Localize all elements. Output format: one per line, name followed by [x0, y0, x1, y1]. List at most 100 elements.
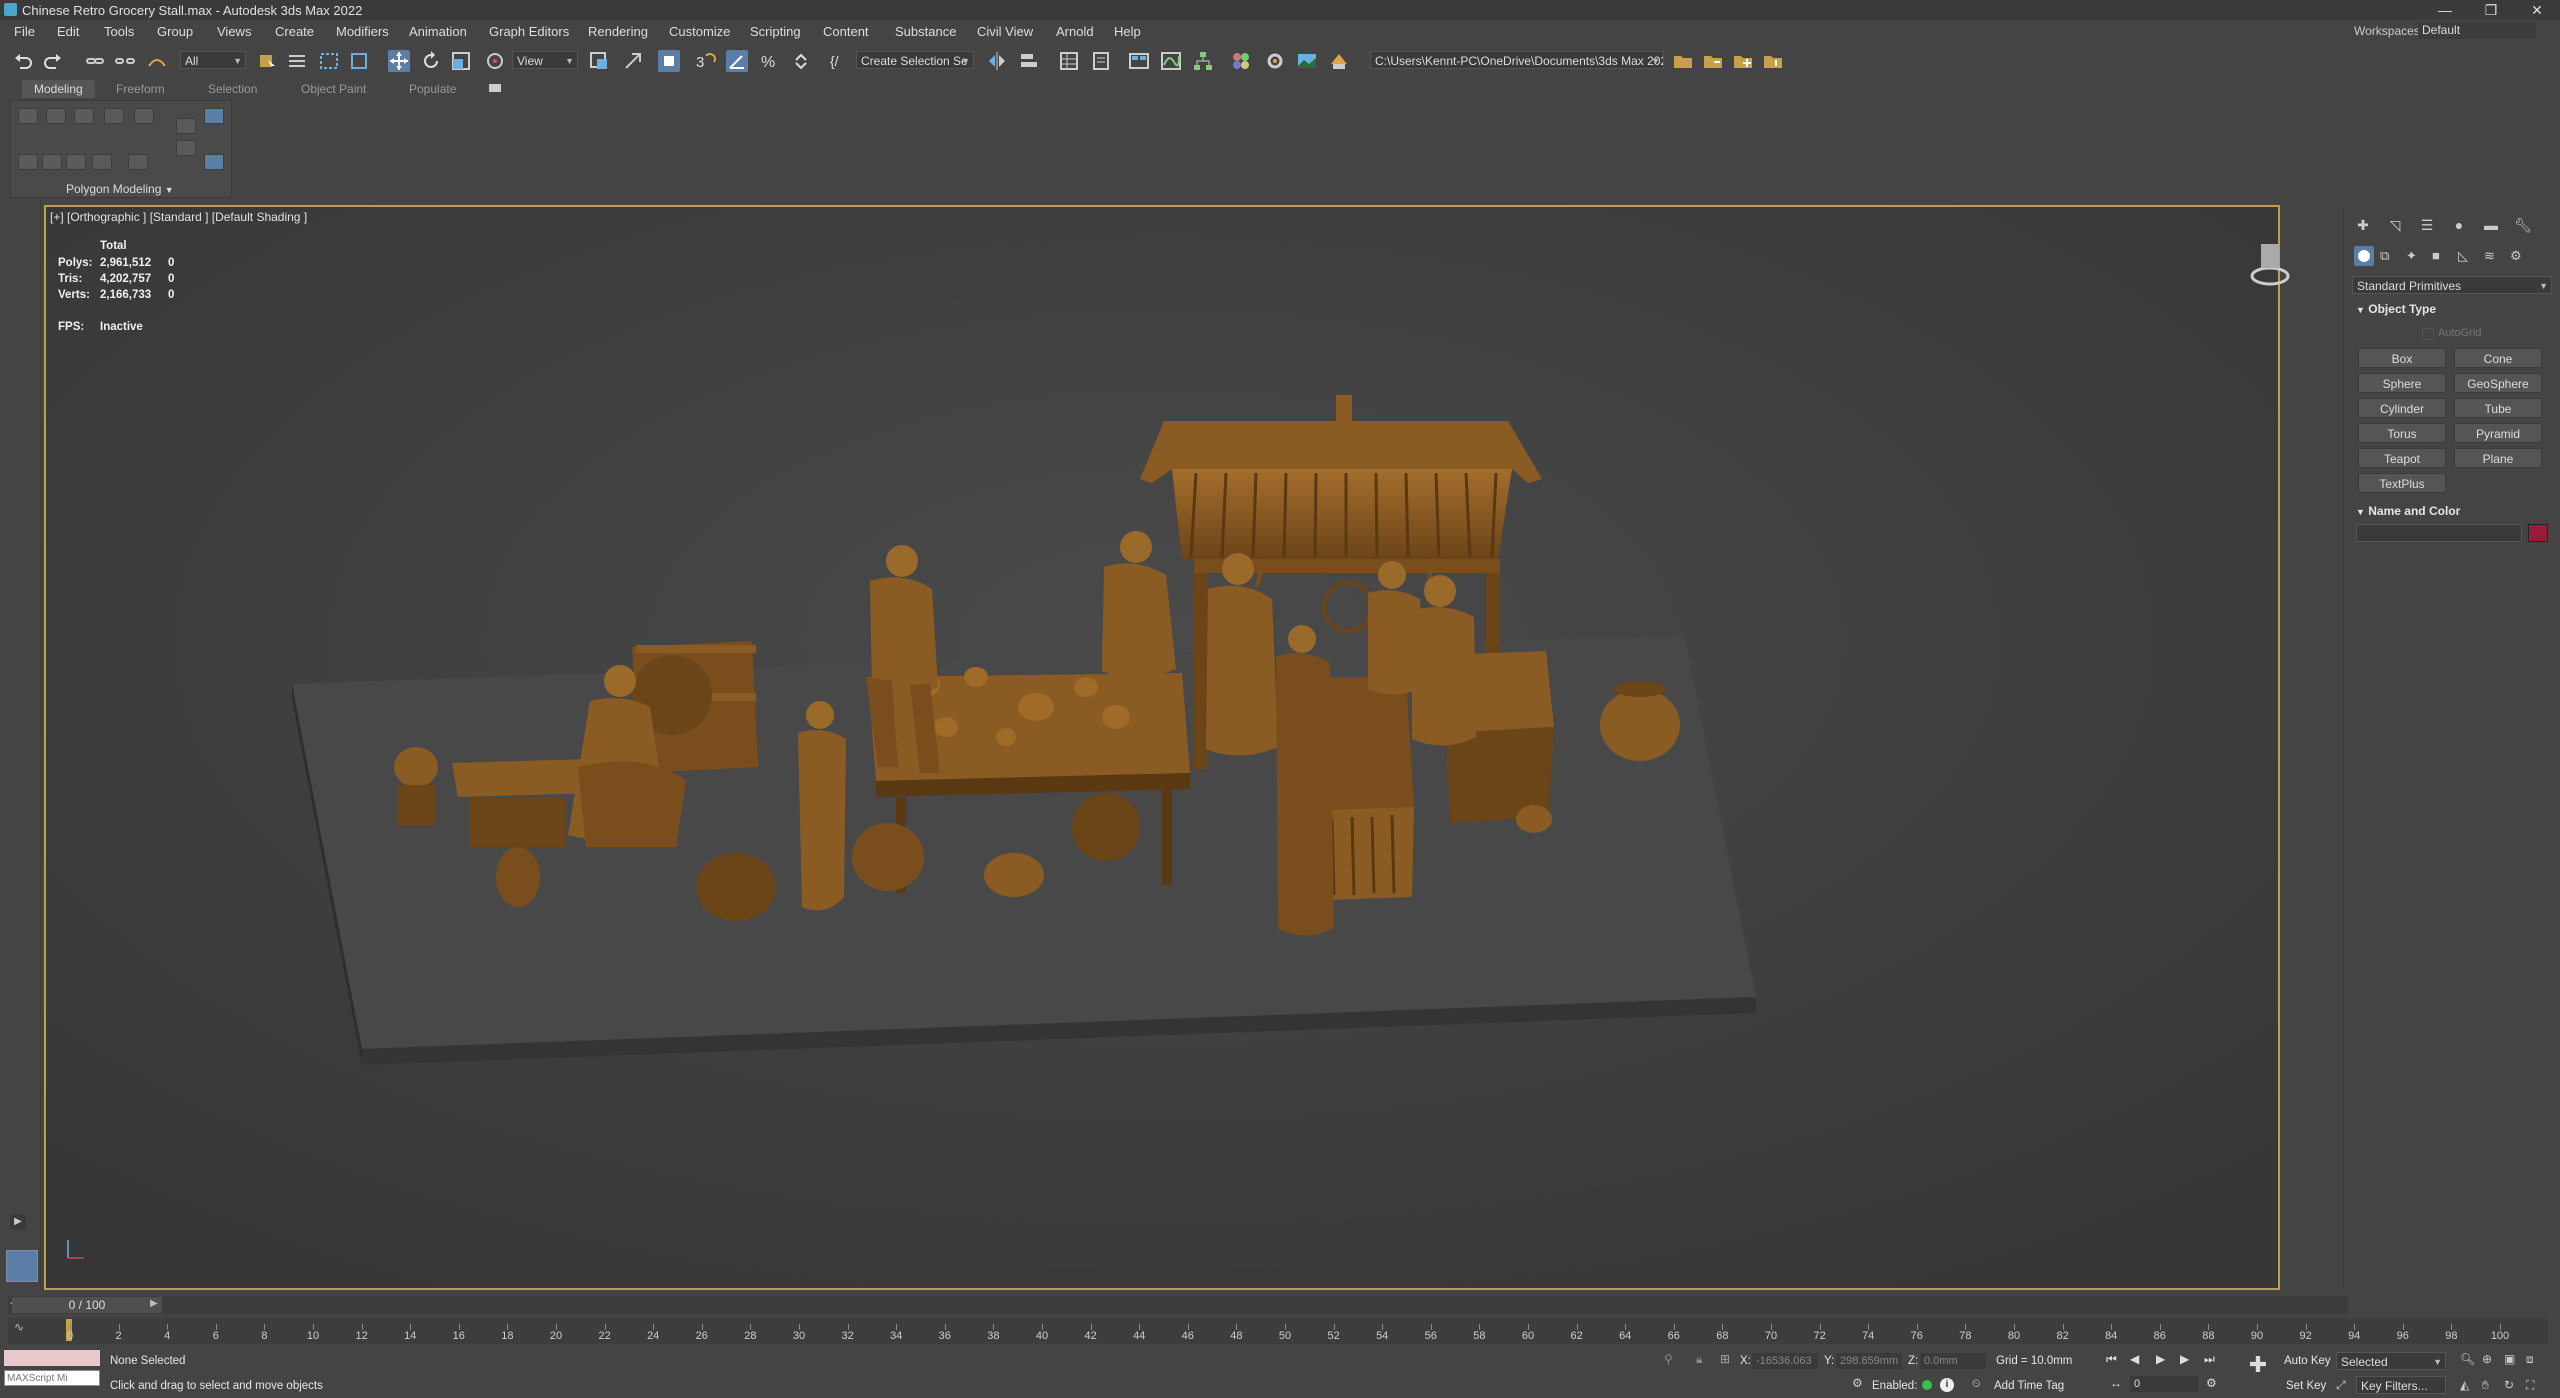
go-to-start-icon[interactable]: ⏮: [2106, 1352, 2122, 1368]
set-key-button[interactable]: Set Key: [2286, 1380, 2326, 1392]
layer-explorer-icon[interactable]: [1090, 50, 1112, 72]
helpers-category-icon[interactable]: ◺: [2458, 248, 2476, 266]
menu-tools[interactable]: Tools: [104, 24, 134, 39]
menu-customize[interactable]: Customize: [669, 24, 730, 39]
menu-scripting[interactable]: Scripting: [750, 24, 801, 39]
next-frame-icon[interactable]: ▶: [150, 1298, 162, 1312]
close-button[interactable]: ✕: [2514, 0, 2560, 20]
vertex-mode-icon[interactable]: [18, 108, 38, 124]
autogrid-checkbox[interactable]: [2422, 328, 2434, 340]
minimize-button[interactable]: —: [2422, 0, 2468, 20]
pyramid-button[interactable]: Pyramid: [2454, 423, 2542, 443]
viewport-orthographic[interactable]: [44, 205, 2280, 1290]
menu-animation[interactable]: Animation: [409, 24, 467, 39]
maxscript-listener-pink[interactable]: [4, 1350, 100, 1366]
rendered-frame-window-icon[interactable]: [1296, 50, 1318, 72]
shapes-category-icon[interactable]: ⧉: [2380, 248, 2398, 266]
current-frame-field[interactable]: 0: [2130, 1376, 2198, 1392]
select-by-name-icon[interactable]: [286, 50, 308, 72]
toggle-ribbon-icon[interactable]: [1128, 50, 1150, 72]
object-type-rollout[interactable]: ▼ Object Type: [2356, 302, 2436, 316]
time-slider-handle[interactable]: 0 / 100: [12, 1297, 162, 1313]
keyboard-shortcut-override-icon[interactable]: [658, 50, 680, 72]
scene-explorer-icon[interactable]: [1058, 50, 1080, 72]
graphite-toolset-icon[interactable]: [204, 108, 224, 124]
reference-coordinate-dropdown[interactable]: View ▼: [512, 51, 578, 69]
material-editor-icon[interactable]: [1230, 50, 1252, 72]
curve-editor-toggle-icon[interactable]: ∿: [14, 1320, 44, 1342]
viewcube-icon[interactable]: [2250, 240, 2290, 294]
menu-file[interactable]: File: [14, 24, 35, 39]
quickslice-icon[interactable]: [92, 154, 112, 170]
align-icon[interactable]: [1018, 50, 1040, 72]
object-name-field[interactable]: [2356, 524, 2522, 542]
menu-substance[interactable]: Substance: [895, 24, 956, 39]
tab-populate[interactable]: Populate: [409, 82, 456, 96]
sphere-button[interactable]: Sphere: [2358, 373, 2446, 393]
project-path-dropdown[interactable]: C:\Users\Kennt-PC\OneDrive\Documents\3ds…: [1370, 51, 1664, 69]
mirror-icon[interactable]: [986, 50, 1008, 72]
named-selection-dropdown[interactable]: Create Selection Se ▼: [856, 51, 974, 69]
rectangular-selection-icon[interactable]: [318, 50, 340, 72]
tube-button[interactable]: Tube: [2454, 398, 2542, 418]
maximize-viewport-icon[interactable]: ⛶: [2526, 1378, 2542, 1394]
spinner-snap-icon[interactable]: [790, 50, 812, 72]
curve-editor-icon[interactable]: [1160, 50, 1182, 72]
play-icon[interactable]: ▶: [2156, 1352, 2172, 1368]
render-production-icon[interactable]: [1328, 50, 1350, 72]
element-mode-icon[interactable]: [134, 108, 154, 124]
time-slider[interactable]: [8, 1296, 2348, 1314]
adaptive-degradation-icon[interactable]: ⚙︎: [1852, 1376, 1868, 1392]
viewport-layout-tab-icon[interactable]: [6, 1250, 38, 1282]
select-object-icon[interactable]: [256, 50, 278, 72]
absolute-mode-transform-icon[interactable]: ⊞: [1720, 1352, 1736, 1368]
percent-snap-icon[interactable]: %: [758, 50, 780, 72]
next-frame-button-icon[interactable]: ▶: [2180, 1352, 2196, 1368]
systems-category-icon[interactable]: ⚙︎: [2510, 248, 2528, 266]
pan-view-icon[interactable]: ✋︎: [2482, 1378, 2498, 1394]
project-folder-icon[interactable]: [1672, 50, 1694, 72]
polygon-mode-icon[interactable]: [104, 108, 124, 124]
pivot-center-icon[interactable]: [588, 50, 610, 72]
menu-content[interactable]: Content: [823, 24, 869, 39]
textplus-button[interactable]: TextPlus: [2358, 473, 2446, 493]
spacewarps-category-icon[interactable]: ≋: [2484, 248, 2502, 266]
cameras-category-icon[interactable]: ■: [2432, 248, 2450, 266]
schematic-view-icon[interactable]: [1192, 50, 1214, 72]
menu-civil-view[interactable]: Civil View: [977, 24, 1033, 39]
select-manipulate-icon[interactable]: [622, 50, 644, 72]
maximize-button[interactable]: ❐: [2468, 0, 2514, 20]
open-project-icon[interactable]: [1702, 50, 1724, 72]
maxscript-mini-listener[interactable]: [4, 1370, 100, 1386]
viewport-label[interactable]: [+] [Orthographic ] [Standard ] [Default…: [50, 210, 307, 224]
time-configuration-icon[interactable]: ↔: [2110, 1376, 2126, 1392]
menu-group[interactable]: Group: [157, 24, 193, 39]
unlink-icon[interactable]: [114, 50, 136, 72]
workspaces-dropdown[interactable]: Default: [2418, 22, 2536, 39]
y-coordinate-field[interactable]: 298.659mm: [1836, 1353, 1902, 1369]
zoom-extents-icon[interactable]: ▣: [2504, 1352, 2520, 1368]
menu-graph-editors[interactable]: Graph Editors: [489, 24, 569, 39]
torus-button[interactable]: Torus: [2358, 423, 2446, 443]
create-tab-icon[interactable]: ✚: [2352, 214, 2374, 236]
plane-button[interactable]: Plane: [2454, 448, 2542, 468]
field-of-view-icon[interactable]: ◭: [2460, 1378, 2476, 1394]
expand-layout-icon[interactable]: ▶: [10, 1214, 26, 1230]
previous-frame-icon[interactable]: ◀: [2130, 1352, 2146, 1368]
lights-category-icon[interactable]: ✦: [2406, 248, 2424, 266]
orbit-icon[interactable]: ↻: [2504, 1378, 2520, 1394]
zoom-extents-all-icon[interactable]: ⧈: [2526, 1352, 2542, 1368]
name-and-color-rollout[interactable]: ▼ Name and Color: [2356, 504, 2460, 518]
box-button[interactable]: Box: [2358, 348, 2446, 368]
go-to-end-icon[interactable]: ⏭: [2204, 1352, 2220, 1368]
tab-selection[interactable]: Selection: [208, 82, 257, 96]
display-tab-icon[interactable]: ▬: [2480, 214, 2502, 236]
repeat-last-icon[interactable]: [66, 154, 86, 170]
key-selection-dropdown[interactable]: Selected ▼: [2336, 1352, 2446, 1370]
time-config-icon[interactable]: ⚙︎: [2206, 1376, 2222, 1392]
ribbon-options-icon[interactable]: [489, 84, 501, 92]
menu-arnold[interactable]: Arnold: [1056, 24, 1094, 39]
zoom-all-icon[interactable]: ⊕: [2482, 1352, 2498, 1368]
add-time-tag[interactable]: Add Time Tag: [1994, 1380, 2064, 1392]
relax-icon[interactable]: [128, 154, 148, 170]
